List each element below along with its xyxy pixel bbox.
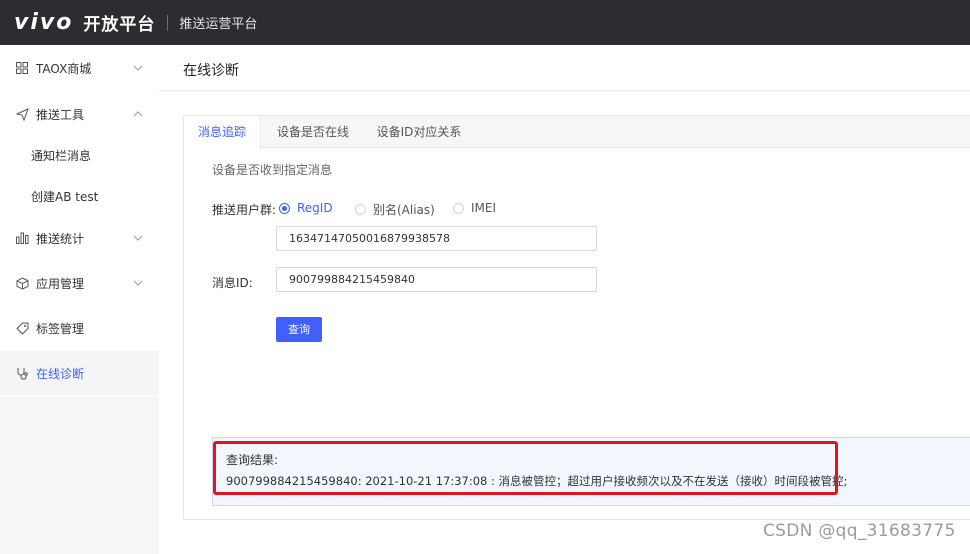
query-result-panel: 查询结果: 900799884215459840: 2021-10-21 17:… [212,437,970,506]
top-bar: vivo 开放平台 推送运营平台 [0,0,970,45]
platform-name: 开放平台 [83,15,156,35]
radio-circle [279,202,290,214]
box-icon [15,276,29,290]
sidebar-subitem-notification[interactable]: 通知栏消息 [0,135,159,175]
sidebar-empty-area [0,396,159,554]
sidebar-item-label: 推送工具 [36,107,85,122]
chevron-up-icon [133,108,143,118]
message-id-input[interactable]: 900799884215459840 [276,267,597,292]
regid-input[interactable]: 16347147050016879938578 [276,226,597,251]
bar-chart-icon [15,231,29,245]
vivo-logo[interactable]: vivo [14,10,73,35]
tab-device-id-mapping[interactable]: 设备ID对应关系 [364,116,474,148]
sidebar-item-app-management[interactable]: 应用管理 [0,261,159,305]
radio-label: 别名(Alias) [373,203,435,217]
sidebar-item-label: 推送统计 [36,231,85,246]
sidebar-item-online-diagnosis[interactable]: 在线诊断 [0,351,159,395]
page-title: 在线诊断 [183,63,239,79]
user-group-label: 推送用户群: [212,203,277,217]
send-icon [15,107,29,121]
form-hint: 设备是否收到指定消息 [212,163,333,177]
tab-message-trace[interactable]: 消息追踪 [184,116,261,149]
sidebar-item-taox[interactable]: TAOX商城 [0,46,159,90]
radio-circle [453,202,464,214]
result-title: 查询结果: [226,453,279,467]
sidebar-subitem-ab-test[interactable]: 创建AB test [0,176,159,216]
sidebar-item-push-stats[interactable]: 推送统计 [0,216,159,260]
radio-alias[interactable]: 别名(Alias) [355,201,435,218]
sidebar-item-label: TAOX商城 [36,61,92,76]
chevron-down-icon [133,232,143,242]
sidebar-item-label: 通知栏消息 [31,148,92,163]
sidebar-item-push-tools[interactable]: 推送工具 [0,92,159,136]
sidebar-item-label: 应用管理 [36,276,85,291]
sidebar-item-label: 在线诊断 [36,366,85,381]
header-divider [167,14,169,31]
sidebar-item-label: 创建AB test [31,189,99,204]
result-text: 900799884215459840: 2021-10-21 17:37:08 … [226,474,848,488]
page-header: 在线诊断 [159,45,970,91]
sidebar-item-label: 标签管理 [36,321,85,336]
grid-icon [15,61,29,75]
radio-circle [355,204,366,215]
platform-subtitle: 推送运营平台 [179,17,258,32]
radio-regid[interactable]: RegID [279,201,333,215]
watermark: CSDN @qq_31683775 [763,521,956,541]
radio-label: RegID [297,201,333,215]
radio-label: IMEI [471,201,497,215]
tag-icon [15,321,29,335]
tab-device-online[interactable]: 设备是否在线 [262,116,364,148]
tab-bar: 消息追踪 设备是否在线 设备ID对应关系 [184,116,970,149]
radio-imei[interactable]: IMEI [453,201,496,215]
chevron-down-icon [133,62,143,72]
message-id-label: 消息ID: [212,276,253,290]
chevron-down-icon [133,277,143,287]
diagnosis-card: 消息追踪 设备是否在线 设备ID对应关系 设备是否收到指定消息 推送用户群: R… [183,115,970,520]
sidebar-item-tag-management[interactable]: 标签管理 [0,306,159,350]
query-button[interactable]: 查询 [276,317,322,342]
stethoscope-icon [15,366,29,380]
